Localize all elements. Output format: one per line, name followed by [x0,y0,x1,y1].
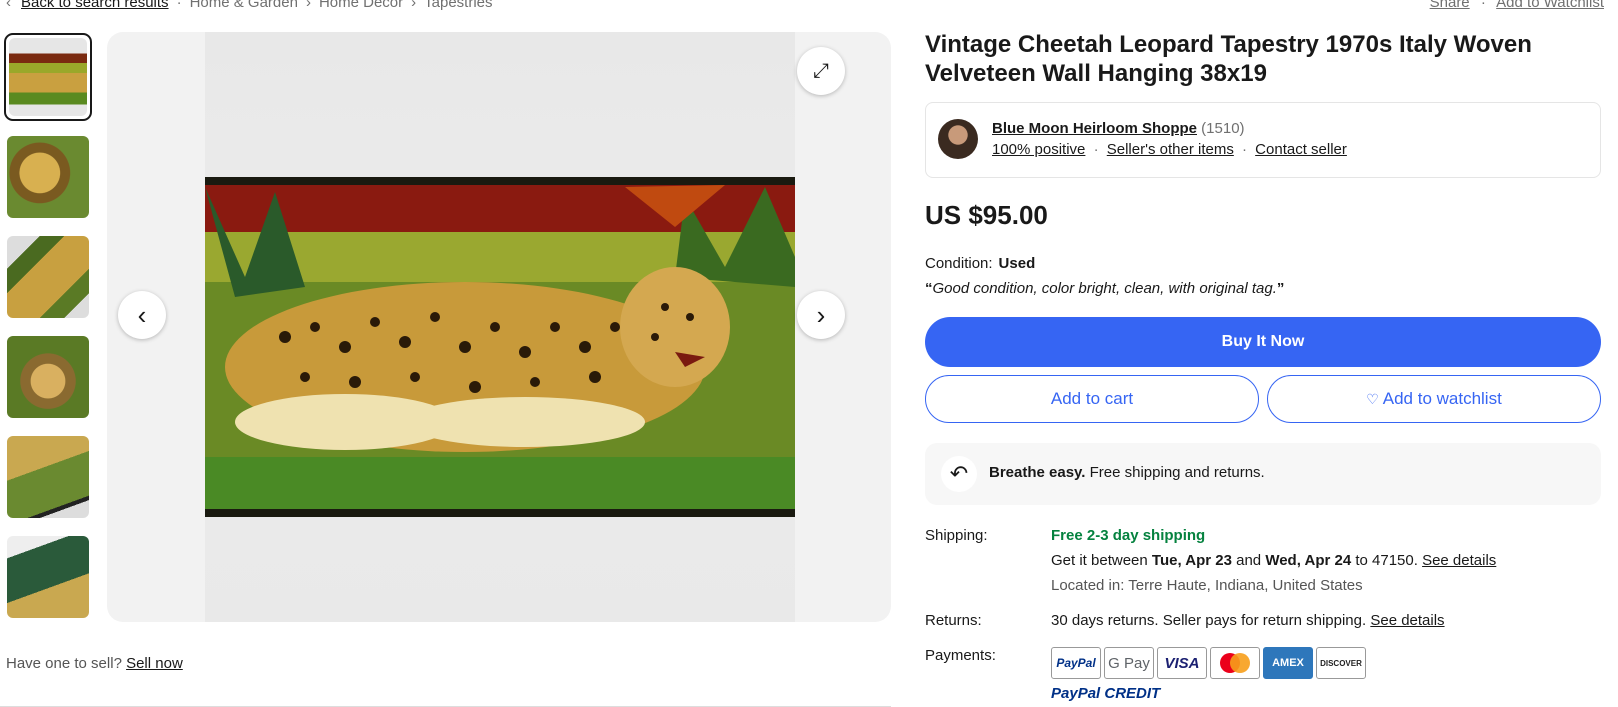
seller-card: Blue Moon Heirloom Shoppe (1510) 100% po… [925,102,1601,178]
image-viewer: ⤢ ‹ › [107,32,891,622]
condition-note: “Good condition, color bright, clean, wi… [925,280,1285,297]
paypal-icon: PayPal [1051,647,1101,679]
condition-label: Condition: [925,255,993,272]
shipping-label: Shipping: [925,527,988,544]
item-details: Vintage Cheetah Leopard Tapestry 1970s I… [925,30,1601,702]
chevron-left-icon: ‹ [137,299,147,330]
visa-icon: VISA [1157,647,1207,679]
thumbnail[interactable] [4,533,92,621]
seller-feedback-count: (1510) [1201,120,1245,137]
returns-text: 30 days returns. Seller pays for return … [1051,612,1367,629]
breadcrumb: ‹ Back to search results · Home & Garden… [6,0,493,11]
chevron-right-icon: › [411,0,417,11]
sell-prompt-text: Have one to sell? [6,655,122,672]
thumbnail[interactable] [4,233,92,321]
discover-icon: DISCOVER [1316,647,1366,679]
seller-positive-link[interactable]: 100% positive [992,141,1085,158]
breathe-easy-banner: ↶ Breathe easy. Free shipping and return… [925,443,1601,505]
delivery-date-to: Wed, Apr 24 [1265,552,1352,569]
returns-row: Returns: 30 days returns. Seller pays fo… [925,612,1601,629]
chevron-right-icon: › [305,0,311,11]
returns-label: Returns: [925,612,982,629]
expand-icon[interactable]: ⤢ [797,47,845,95]
seller-other-items-link[interactable]: Seller's other items [1107,141,1234,158]
shipping-see-details-link[interactable]: See details [1422,552,1496,569]
next-image-button[interactable]: › [797,291,845,339]
paypal-credit-icon: PayPal CREDIT [1051,685,1161,702]
add-to-watchlist-button[interactable]: ♡ Add to watchlist [1267,375,1601,423]
thumbnail[interactable] [4,33,92,121]
condition: Condition: Used [925,255,1601,272]
main-image[interactable] [205,32,795,622]
chevron-right-icon: › [816,299,826,330]
thumbnail[interactable] [4,133,92,221]
condition-value: Used [998,255,1036,272]
return-arrow-icon: ↶ [941,456,977,492]
sell-prompt: Have one to sell? Sell now [6,655,183,672]
add-to-watchlist-label: Add to watchlist [1382,389,1502,408]
share-link[interactable]: Share [1430,0,1470,11]
amex-icon: AMEX [1263,647,1313,679]
shipping-headline: Free 2-3 day shipping [1051,527,1206,544]
tapestry-image [205,177,795,517]
seller-avatar[interactable] [938,119,978,159]
top-links: Share · Add to Watchlist [1430,0,1604,11]
back-to-search-link[interactable]: Back to search results [21,0,169,11]
delivery-date-from: Tue, Apr 23 [1151,552,1232,569]
breathe-text: Free shipping and returns. [1089,464,1265,481]
contact-seller-link[interactable]: Contact seller [1255,141,1347,158]
breadcrumb-item[interactable]: Tapestries [424,0,492,11]
chevron-left-icon: ‹ [6,0,11,11]
mastercard-icon [1210,647,1260,679]
condition-note-text: Good condition, color bright, clean, wit… [932,280,1277,297]
returns-see-details-link[interactable]: See details [1370,612,1444,629]
breadcrumb-item[interactable]: Home & Garden [190,0,298,11]
google-pay-icon: G Pay [1104,647,1154,679]
sell-now-link[interactable]: Sell now [126,655,183,672]
add-to-cart-button[interactable]: Add to cart [925,375,1259,423]
previous-image-button[interactable]: ‹ [118,291,166,339]
shipping-row: Shipping: Free 2-3 day shipping Get it b… [925,527,1497,594]
breathe-bold: Breathe easy. [989,464,1086,481]
payments-label: Payments: [925,647,996,664]
thumbnail[interactable] [4,433,92,521]
payments-row: Payments: PayPal G Pay VISA AMEX DISCOVE… [925,647,1601,702]
add-to-cart-label: Add to cart [1050,389,1134,408]
buy-it-now-button[interactable]: Buy It Now [925,317,1601,367]
payment-methods: PayPal G Pay VISA AMEX DISCOVER [1051,647,1366,679]
item-title: Vintage Cheetah Leopard Tapestry 1970s I… [925,31,1532,87]
seller-name-link[interactable]: Blue Moon Heirloom Shoppe [992,120,1197,137]
item-location: Located in: Terre Haute, Indiana, United… [1051,577,1363,594]
heart-icon: ♡ [1366,390,1379,407]
thumbnail[interactable] [4,333,92,421]
item-price: US $95.00 [925,200,1048,230]
breadcrumb-item[interactable]: Home Decor [319,0,403,11]
add-to-watchlist-link[interactable]: Add to Watchlist [1496,0,1604,11]
thumbnail-list [4,33,96,623]
